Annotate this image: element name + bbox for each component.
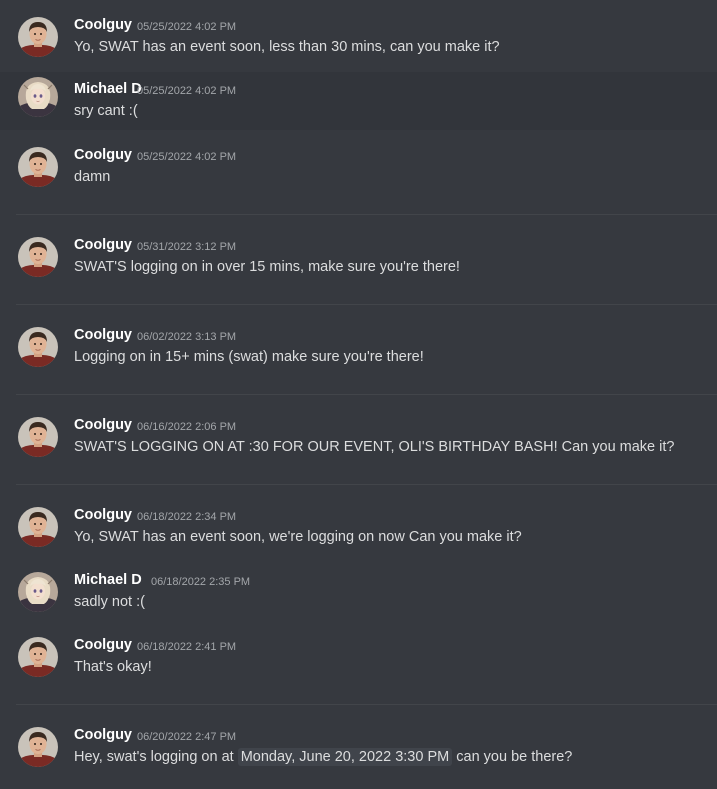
message-divider xyxy=(16,214,717,215)
message-row[interactable]: Coolguy 05/31/2022 3:12 PM SWAT'S loggin… xyxy=(0,232,717,292)
message-text-after: can you be there? xyxy=(456,749,573,765)
message-text: SWAT'S logging on in over 15 mins, make … xyxy=(74,259,460,275)
message-text: Logging on in 15+ mins (swat) make sure … xyxy=(74,349,424,365)
message-text: That's okay! xyxy=(74,659,152,675)
message-text: Yo, SWAT has an event soon, less than 30… xyxy=(74,39,500,55)
message-timestamp: 06/02/2022 3:13 PM xyxy=(137,331,237,343)
message-text: sadly not :( xyxy=(74,594,145,610)
message-row[interactable]: Coolguy 05/25/2022 4:02 PM Yo, SWAT has … xyxy=(0,12,717,72)
message-author[interactable]: Coolguy xyxy=(74,507,132,523)
michael-avatar[interactable] xyxy=(18,77,58,117)
coolguy-avatar[interactable] xyxy=(18,147,58,187)
message-row[interactable]: Coolguy 05/25/2022 4:02 PM damn xyxy=(0,142,717,202)
coolguy-avatar[interactable] xyxy=(18,17,58,57)
message-text: SWAT'S LOGGING ON AT :30 FOR OUR EVENT, … xyxy=(74,439,675,455)
message-divider xyxy=(16,484,717,485)
message-author[interactable]: Coolguy xyxy=(74,237,132,253)
message-timestamp: 06/18/2022 2:34 PM xyxy=(137,511,237,523)
message-author[interactable]: Coolguy xyxy=(74,727,132,743)
coolguy-avatar[interactable] xyxy=(18,727,58,767)
message-text: Yo, SWAT has an event soon, we're loggin… xyxy=(74,529,522,545)
message-row[interactable]: Coolguy 06/18/2022 2:34 PM Yo, SWAT has … xyxy=(0,502,717,562)
message-row[interactable]: Coolguy 06/18/2022 2:41 PM That's okay! xyxy=(0,632,717,692)
coolguy-avatar[interactable] xyxy=(18,507,58,547)
message-timestamp: 05/25/2022 4:02 PM xyxy=(137,151,237,163)
timestamp-mention[interactable]: Monday, June 20, 2022 3:30 PM xyxy=(237,748,453,766)
message-timestamp: 06/18/2022 2:41 PM xyxy=(137,641,237,653)
message-author[interactable]: Coolguy xyxy=(74,637,132,653)
message-timestamp: 05/25/2022 4:02 PM xyxy=(137,85,237,97)
message-timestamp: 06/18/2022 2:35 PM xyxy=(151,576,251,588)
message-divider xyxy=(16,304,717,305)
message-divider xyxy=(16,394,717,395)
message-text-before: Hey, swat's logging on at xyxy=(74,749,234,765)
message-author[interactable]: Coolguy xyxy=(74,147,132,163)
message-text: Hey, swat's logging on at Monday, June 2… xyxy=(74,748,573,766)
message-timestamp: 06/16/2022 2:06 PM xyxy=(137,421,237,433)
message-text: sry cant :( xyxy=(74,103,138,119)
coolguy-avatar[interactable] xyxy=(18,327,58,367)
message-row[interactable]: Coolguy 06/16/2022 2:06 PM SWAT'S LOGGIN… xyxy=(0,412,717,472)
message-author[interactable]: Michael D xyxy=(74,572,142,588)
coolguy-avatar[interactable] xyxy=(18,637,58,677)
message-timestamp: 05/25/2022 4:02 PM xyxy=(137,21,237,33)
message-row[interactable]: Michael D 05/25/2022 4:02 PM sry cant :( xyxy=(0,72,717,130)
coolguy-avatar[interactable] xyxy=(18,417,58,457)
message-author[interactable]: Coolguy xyxy=(74,417,132,433)
message-divider xyxy=(16,704,717,705)
message-author[interactable]: Coolguy xyxy=(74,17,132,33)
message-row[interactable]: Coolguy 06/02/2022 3:13 PM Logging on in… xyxy=(0,322,717,382)
message-author[interactable]: Coolguy xyxy=(74,327,132,343)
message-text: damn xyxy=(74,169,111,185)
message-timestamp: 06/20/2022 2:47 PM xyxy=(137,731,237,743)
message-row[interactable]: Michael D 06/18/2022 2:35 PM sadly not :… xyxy=(0,567,717,627)
coolguy-avatar[interactable] xyxy=(18,237,58,277)
michael-avatar[interactable] xyxy=(18,572,58,612)
message-author[interactable]: Michael D xyxy=(74,81,142,97)
message-row[interactable]: Coolguy 06/20/2022 2:47 PM Hey, swat's l… xyxy=(0,722,717,782)
message-timestamp: 05/31/2022 3:12 PM xyxy=(137,241,237,253)
